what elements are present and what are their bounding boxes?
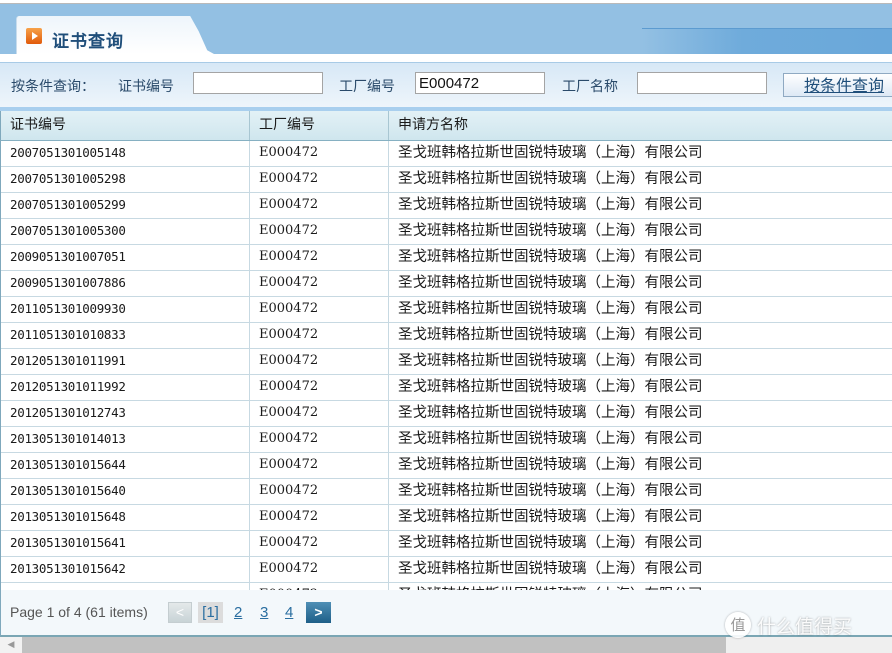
- applicant-name-cell: 圣戈班韩格拉斯世固锐特玻璃（上海）有限公司: [398, 431, 703, 447]
- cert-no-cell: 2012051301011992: [1, 375, 250, 400]
- applicant-name-cell: 圣戈班韩格拉斯世固锐特玻璃（上海）有限公司: [398, 197, 703, 213]
- applicant-name-cell: 圣戈班韩格拉斯世固锐特玻璃（上海）有限公司: [398, 405, 703, 421]
- cert-no-cell: 2011051301009930: [1, 297, 250, 322]
- watermark: 值 什么值得买: [725, 611, 852, 639]
- cert-no-cell: 2013051301015642: [1, 557, 250, 582]
- factory-no-cell: E000472: [250, 349, 389, 374]
- factory-name-label: 工厂名称: [562, 79, 618, 95]
- factory-no-cell: E000472: [250, 167, 389, 192]
- watermark-text: 什么值得买: [757, 615, 853, 638]
- factory-no-cell: E000472: [250, 193, 389, 218]
- applicant-name-cell: 圣戈班韩格拉斯世固锐特玻璃（上海）有限公司: [398, 561, 703, 577]
- table-row[interactable]: 2012051301011992 E000472 圣戈班韩格拉斯世固锐特玻璃（上海）…: [1, 375, 892, 401]
- factory-no-cell: E000472: [250, 323, 389, 348]
- header-separator: [0, 54, 892, 63]
- cert-no-cell: 2013051301015641: [1, 531, 250, 556]
- cert-no-cell: 2013051301014013: [1, 427, 250, 452]
- factory-no-cell: E000472: [250, 453, 389, 478]
- table-body: 2007051301005148 E000472 圣戈班韩格拉斯世固锐特玻璃（上海）…: [0, 141, 892, 609]
- table-row[interactable]: 2007051301005148 E000472 圣戈班韩格拉斯世固锐特玻璃（上海）…: [1, 141, 892, 167]
- scrollbar-thumb[interactable]: [22, 637, 726, 653]
- next-page-button[interactable]: >: [306, 602, 331, 623]
- page-title: 证书查询: [52, 32, 124, 52]
- applicant-name-cell: 圣戈班韩格拉斯世固锐特玻璃（上海）有限公司: [398, 509, 703, 525]
- factory-no-cell: E000472: [250, 219, 389, 244]
- page-link-2[interactable]: 2: [234, 604, 242, 621]
- factory-no-cell: E000472: [250, 505, 389, 530]
- applicant-name-cell: 圣戈班韩格拉斯世固锐特玻璃（上海）有限公司: [398, 327, 703, 343]
- watermark-logo-icon: 值: [725, 612, 751, 638]
- pager-summary: Page 1 of 4 (61 items): [10, 604, 148, 620]
- applicant-name-cell: 圣戈班韩格拉斯世固锐特玻璃（上海）有限公司: [398, 535, 703, 551]
- column-header-applicant-name[interactable]: 申请方名称: [389, 111, 892, 140]
- scroll-left-arrow-icon[interactable]: ◀: [0, 637, 22, 653]
- table-row[interactable]: 2013051301014013 E000472 圣戈班韩格拉斯世固锐特玻璃（上海）…: [1, 427, 892, 453]
- table-row[interactable]: 2009051301007051 E000472 圣戈班韩格拉斯世固锐特玻璃（上海）…: [1, 245, 892, 271]
- cert-no-input[interactable]: [193, 72, 323, 94]
- factory-no-cell: E000472: [250, 557, 389, 582]
- table-row[interactable]: 2011051301009930 E000472 圣戈班韩格拉斯世固锐特玻璃（上海）…: [1, 297, 892, 323]
- table-row[interactable]: 2012051301012743 E000472 圣戈班韩格拉斯世固锐特玻璃（上海）…: [1, 401, 892, 427]
- applicant-name-cell: 圣戈班韩格拉斯世固锐特玻璃（上海）有限公司: [398, 145, 703, 161]
- applicant-name-cell: 圣戈班韩格拉斯世固锐特玻璃（上海）有限公司: [398, 171, 703, 187]
- applicant-name-cell: 圣戈班韩格拉斯世固锐特玻璃（上海）有限公司: [398, 379, 703, 395]
- prev-page-button[interactable]: <: [168, 602, 192, 623]
- table-row[interactable]: 2007051301005299 E000472 圣戈班韩格拉斯世固锐特玻璃（上海）…: [1, 193, 892, 219]
- applicant-name-cell: 圣戈班韩格拉斯世固锐特玻璃（上海）有限公司: [398, 223, 703, 239]
- cert-no-cell: 2007051301005298: [1, 167, 250, 192]
- cert-no-cell: 2012051301012743: [1, 401, 250, 426]
- table-row[interactable]: 2013051301015642 E000472 圣戈班韩格拉斯世固锐特玻璃（上海）…: [1, 557, 892, 583]
- applicant-name-cell: 圣戈班韩格拉斯世固锐特玻璃（上海）有限公司: [398, 249, 703, 265]
- factory-no-cell: E000472: [250, 141, 389, 166]
- table-row[interactable]: 2013051301015648 E000472 圣戈班韩格拉斯世固锐特玻璃（上海）…: [1, 505, 892, 531]
- cert-no-cell: 2011051301010833: [1, 323, 250, 348]
- header-stripe: [642, 28, 892, 55]
- applicant-name-cell: 圣戈班韩格拉斯世固锐特玻璃（上海）有限公司: [398, 353, 703, 369]
- search-button[interactable]: 按条件查询: [783, 73, 892, 97]
- table-header: 证书编号 工厂编号 申请方名称: [0, 111, 892, 141]
- cert-no-cell: 2007051301005148: [1, 141, 250, 166]
- applicant-name-cell: 圣戈班韩格拉斯世固锐特玻璃（上海）有限公司: [398, 483, 703, 499]
- page-link-4[interactable]: 4: [285, 604, 293, 621]
- column-header-factory-no[interactable]: 工厂编号: [250, 111, 389, 140]
- cert-no-cell: 2009051301007886: [1, 271, 250, 296]
- column-header-cert-no[interactable]: 证书编号: [1, 111, 250, 140]
- applicant-name-cell: 圣戈班韩格拉斯世固锐特玻璃（上海）有限公司: [398, 275, 703, 291]
- table-row[interactable]: 2007051301005300 E000472 圣戈班韩格拉斯世固锐特玻璃（上海）…: [1, 219, 892, 245]
- search-by-condition-label: 按条件查询：: [11, 79, 95, 95]
- factory-no-label: 工厂编号: [339, 79, 395, 95]
- search-toolbar: 按条件查询： 证书编号 工厂编号 工厂名称 按条件查询: [0, 63, 892, 111]
- factory-no-cell: E000472: [250, 375, 389, 400]
- table-row[interactable]: 2013051301015641 E000472 圣戈班韩格拉斯世固锐特玻璃（上海）…: [1, 531, 892, 557]
- factory-no-cell: E000472: [250, 479, 389, 504]
- factory-no-cell: E000472: [250, 401, 389, 426]
- current-page: [1]: [198, 602, 223, 623]
- play-arrow-icon: [26, 28, 42, 44]
- table-row[interactable]: 2013051301015640 E000472 圣戈班韩格拉斯世固锐特玻璃（上海）…: [1, 479, 892, 505]
- cert-no-cell: 2009051301007051: [1, 245, 250, 270]
- cert-no-cell: 2013051301015640: [1, 479, 250, 504]
- table-row[interactable]: 2007051301005298 E000472 圣戈班韩格拉斯世固锐特玻璃（上海）…: [1, 167, 892, 193]
- cert-no-cell: 2007051301005300: [1, 219, 250, 244]
- factory-no-cell: E000472: [250, 245, 389, 270]
- cert-no-cell: 2012051301011991: [1, 349, 250, 374]
- factory-no-input[interactable]: [415, 72, 545, 94]
- applicant-name-cell: 圣戈班韩格拉斯世固锐特玻璃（上海）有限公司: [398, 457, 703, 473]
- horizontal-scrollbar[interactable]: ◀: [0, 637, 892, 653]
- table-row[interactable]: 2013051301015644 E000472 圣戈班韩格拉斯世固锐特玻璃（上海）…: [1, 453, 892, 479]
- factory-no-cell: E000472: [250, 297, 389, 322]
- cert-no-label: 证书编号: [118, 79, 174, 95]
- factory-no-cell: E000472: [250, 427, 389, 452]
- cert-no-cell: 2013051301015644: [1, 453, 250, 478]
- cert-no-cell: 2007051301005299: [1, 193, 250, 218]
- applicant-name-cell: 圣戈班韩格拉斯世固锐特玻璃（上海）有限公司: [398, 301, 703, 317]
- cert-no-cell: 2013051301015648: [1, 505, 250, 530]
- page-link-3[interactable]: 3: [260, 604, 268, 621]
- factory-no-cell: E000472: [250, 531, 389, 556]
- table-row[interactable]: 2011051301010833 E000472 圣戈班韩格拉斯世固锐特玻璃（上海）…: [1, 323, 892, 349]
- table-row[interactable]: 2012051301011991 E000472 圣戈班韩格拉斯世固锐特玻璃（上海）…: [1, 349, 892, 375]
- factory-name-input[interactable]: [637, 72, 767, 94]
- table-row[interactable]: 2009051301007886 E000472 圣戈班韩格拉斯世固锐特玻璃（上海）…: [1, 271, 892, 297]
- factory-no-cell: E000472: [250, 271, 389, 296]
